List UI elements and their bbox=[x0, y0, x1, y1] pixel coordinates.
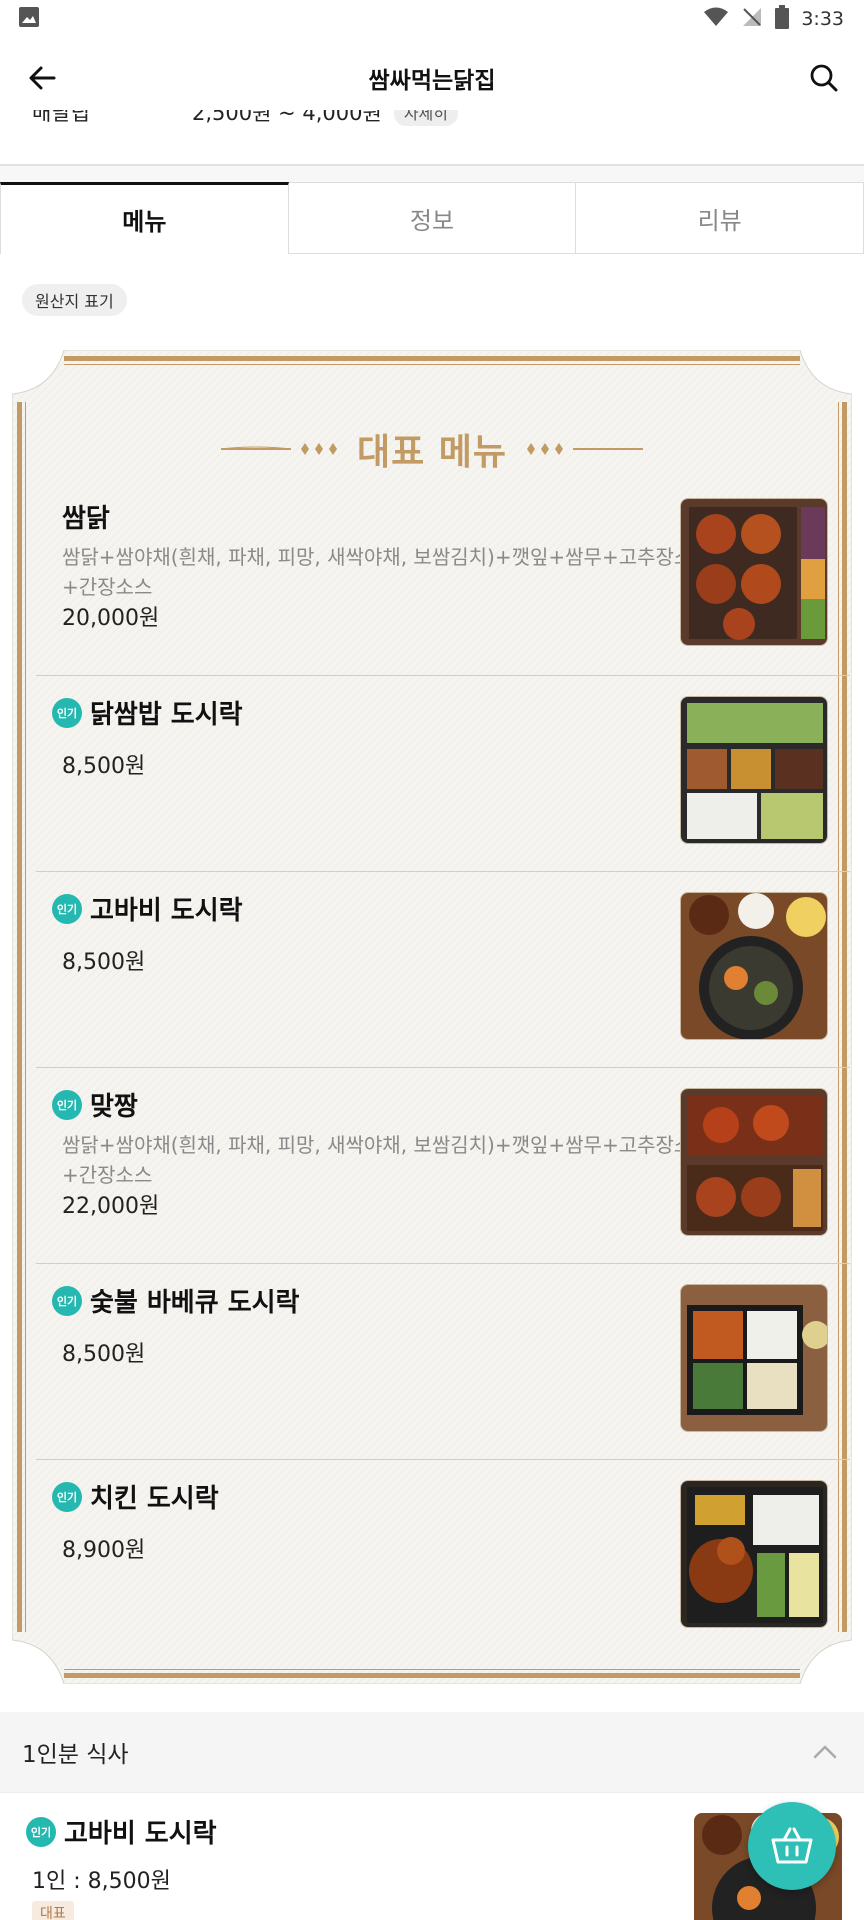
right-ornament-icon bbox=[527, 443, 643, 455]
popular-badge: 인기 bbox=[52, 893, 82, 924]
menu-item-price: 8,500원 bbox=[62, 754, 146, 779]
menu-item-name: 고바비 도시락 bbox=[64, 1819, 217, 1849]
app-bar: 쌈싸먹는닭집 bbox=[0, 38, 864, 118]
menu-item-name: 숯불 바베큐 도시락 bbox=[90, 1288, 300, 1318]
popular-badge: 인기 bbox=[52, 1285, 82, 1316]
menu-item-photo bbox=[680, 892, 828, 1040]
tab-review[interactable]: 리뷰 bbox=[576, 182, 864, 254]
menu-item[interactable]: 인기 치킨 도시락 8,900원 bbox=[36, 1460, 850, 1656]
representative-menu-heading: 대표 메뉴 bbox=[356, 432, 507, 473]
menu-item-photo bbox=[680, 696, 828, 844]
cart-button[interactable] bbox=[748, 1802, 836, 1890]
menu-item-name: 치킨 도시락 bbox=[90, 1484, 219, 1514]
menu-item-name: 닭쌈밥 도시락 bbox=[90, 700, 243, 730]
menu-item[interactable]: 인기 고바비 도시락 1인 : 8,500원 대표 bbox=[0, 1792, 864, 1920]
menu-item-price: 8,500원 bbox=[62, 950, 146, 975]
representative-menu-title: 대표 메뉴 bbox=[24, 424, 840, 474]
menu-item-name: 맞짱 bbox=[90, 1092, 138, 1122]
menu-item-name: 고바비 도시락 bbox=[90, 896, 243, 926]
menu-item-photo bbox=[680, 1284, 828, 1432]
menu-item-price: 1인 : 8,500원 bbox=[32, 1869, 171, 1894]
back-arrow-icon bbox=[29, 66, 56, 90]
section-header[interactable]: 1인분 식사 bbox=[0, 1712, 864, 1792]
representative-menu-card: 대표 메뉴 쌈닭 쌈닭+쌈야채(흰채, 파채, 피망, 새싹야채, 보쌈김치)+… bbox=[12, 350, 852, 1684]
page-title: 쌈싸먹는닭집 bbox=[368, 68, 496, 94]
popular-badge: 인기 bbox=[52, 1481, 82, 1512]
chevron-up-icon[interactable] bbox=[812, 1744, 838, 1760]
menu-item-photo bbox=[680, 498, 828, 646]
search-icon bbox=[810, 64, 838, 92]
image-icon bbox=[18, 6, 40, 32]
menu-item-price: 22,000원 bbox=[62, 1194, 160, 1219]
menu-item-photo bbox=[680, 1088, 828, 1236]
popular-badge: 인기 bbox=[26, 1816, 56, 1847]
menu-item[interactable]: 인기 닭쌈밥 도시락 8,500원 bbox=[36, 676, 850, 872]
basket-icon bbox=[771, 1827, 813, 1864]
status-time: 3:33 bbox=[801, 8, 844, 30]
menu-item-description: 쌈닭+쌈야채(흰채, 파채, 피망, 새싹야채, 보쌈김치)+깻잎+쌈무+고추장… bbox=[62, 1133, 711, 1187]
tab-info[interactable]: 정보 bbox=[288, 182, 577, 254]
delivery-tip-row: 배달팁 2,500원 ~ 4,000원 자세히 bbox=[0, 110, 864, 132]
signal-icon bbox=[741, 6, 763, 32]
search-button[interactable] bbox=[804, 58, 844, 98]
tab-bar: 메뉴 정보 리뷰 bbox=[0, 182, 864, 254]
menu-item-price: 20,000원 bbox=[62, 606, 160, 631]
menu-item-description: 쌈닭+쌈야채(흰채, 파채, 피망, 새싹야채, 보쌈김치)+깻잎+쌈무+고추장… bbox=[62, 545, 711, 599]
representative-menu-list: 쌈닭 쌈닭+쌈야채(흰채, 파채, 피망, 새싹야채, 보쌈김치)+깻잎+쌈무+… bbox=[36, 480, 850, 1656]
delivery-tip-value: 2,500원 ~ 4,000원 bbox=[192, 110, 382, 125]
menu-item-photo bbox=[680, 1480, 828, 1628]
status-bar: 3:33 bbox=[0, 0, 864, 38]
menu-item-name: 쌈닭 bbox=[62, 504, 110, 534]
representative-tag: 대표 bbox=[32, 1901, 74, 1920]
menu-item[interactable]: 인기 고바비 도시락 8,500원 bbox=[36, 872, 850, 1068]
battery-icon bbox=[775, 5, 790, 33]
delivery-tip-detail-button[interactable]: 자세히 bbox=[393, 110, 458, 126]
popular-badge: 인기 bbox=[52, 1089, 82, 1120]
divider-gap bbox=[0, 166, 864, 182]
back-button[interactable] bbox=[22, 58, 62, 98]
menu-item-price: 8,500원 bbox=[62, 1342, 146, 1367]
menu-item[interactable]: 쌈닭 쌈닭+쌈야채(흰채, 파채, 피망, 새싹야채, 보쌈김치)+깻잎+쌈무+… bbox=[36, 480, 850, 676]
delivery-tip-label: 배달팁 bbox=[32, 110, 90, 125]
menu-item[interactable]: 인기 숯불 바베큐 도시락 8,500원 bbox=[36, 1264, 850, 1460]
origin-info-chip[interactable]: 원산지 표기 bbox=[22, 284, 127, 316]
left-ornament-icon bbox=[220, 443, 337, 455]
tab-menu[interactable]: 메뉴 bbox=[0, 182, 289, 254]
section-title: 1인분 식사 bbox=[22, 1742, 129, 1768]
popular-badge: 인기 bbox=[52, 697, 82, 728]
menu-item-price: 8,900원 bbox=[62, 1538, 146, 1563]
menu-item[interactable]: 인기 맞짱 쌈닭+쌈야채(흰채, 파채, 피망, 새싹야채, 보쌈김치)+깻잎+… bbox=[36, 1068, 850, 1264]
wifi-icon bbox=[703, 6, 729, 32]
